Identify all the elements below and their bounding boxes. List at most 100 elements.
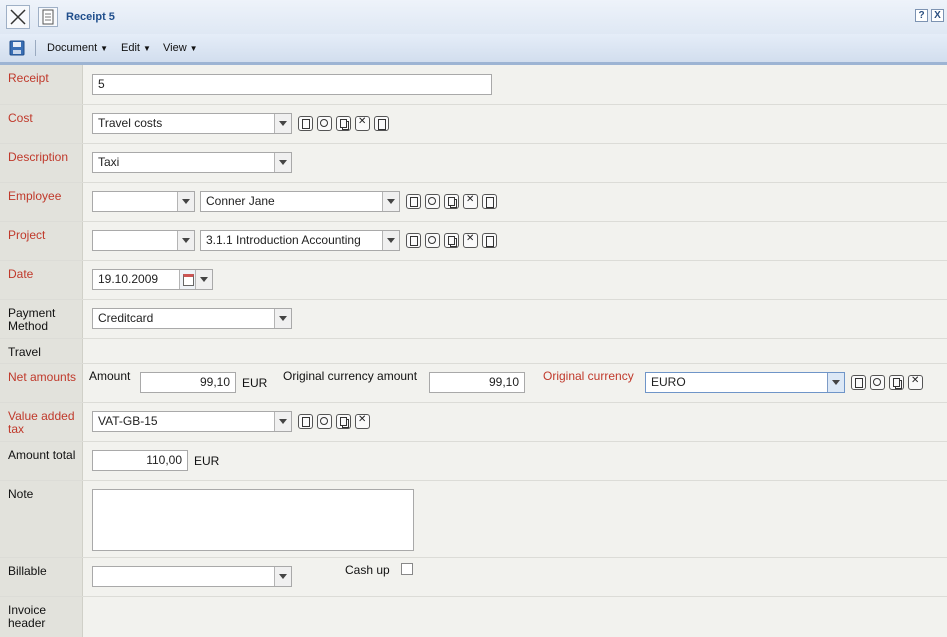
cash-up-checkbox[interactable] [401, 563, 413, 575]
invoice-header-label: Invoice header [0, 597, 83, 637]
row-vat: Value added tax VAT-GB-15 [0, 403, 947, 442]
copy-icon[interactable] [336, 414, 351, 429]
date-label: Date [0, 261, 83, 299]
description-select[interactable]: Taxi [92, 152, 292, 173]
description-label: Description [0, 144, 83, 182]
clear-icon[interactable] [908, 375, 923, 390]
clear-icon[interactable] [463, 233, 478, 248]
chevron-down-icon[interactable] [827, 373, 844, 392]
original-amount-input[interactable]: 99,10 [429, 372, 525, 393]
row-description: Description Taxi [0, 144, 947, 183]
billable-label: Billable [0, 558, 83, 596]
open-icon[interactable] [851, 375, 866, 390]
save-icon[interactable] [9, 40, 25, 56]
billable-select[interactable] [92, 566, 292, 587]
travel-label: Travel [0, 339, 83, 363]
vat-label: Value added tax [0, 403, 83, 441]
payment-method-label: Payment Method [0, 300, 83, 338]
amount-currency: EUR [242, 376, 268, 390]
employee-prefix-select[interactable] [92, 191, 195, 212]
copy-icon[interactable] [444, 233, 459, 248]
row-receipt: Receipt 5 [0, 65, 947, 105]
chevron-down-icon[interactable] [177, 192, 194, 211]
receipt-input[interactable]: 5 [92, 74, 492, 95]
cost-select[interactable]: Travel costs [92, 113, 292, 134]
row-note: Note [0, 481, 947, 558]
net-amounts-label: Net amounts [0, 364, 83, 402]
original-currency-label: Original currency [543, 369, 634, 383]
menu-edit[interactable]: Edit ▼ [121, 42, 151, 54]
amount-total-label: Amount total [0, 442, 83, 480]
window-close-button[interactable]: X [931, 9, 944, 22]
search-icon[interactable] [317, 116, 332, 131]
original-currency-select[interactable]: EURO [645, 372, 845, 393]
amount-total-currency: EUR [194, 454, 220, 468]
project-select[interactable]: 3.1.1 Introduction Accounting [200, 230, 400, 251]
date-input[interactable]: 19.10.2009 [92, 269, 213, 290]
note-label: Note [0, 481, 83, 557]
search-icon[interactable] [425, 233, 440, 248]
currency-actions [851, 375, 927, 391]
chevron-down-icon[interactable] [195, 270, 212, 289]
search-icon[interactable] [870, 375, 885, 390]
open-icon[interactable] [406, 233, 421, 248]
row-date: Date 19.10.2009 [0, 261, 947, 300]
chevron-down-icon[interactable] [382, 192, 399, 211]
row-employee: Employee Conner Jane [0, 183, 947, 222]
clear-icon[interactable] [355, 116, 370, 131]
close-form-icon[interactable] [6, 5, 30, 29]
open-icon[interactable] [298, 414, 313, 429]
row-billable: Billable Cash up [0, 558, 947, 597]
chevron-down-icon[interactable] [274, 412, 291, 431]
vat-select[interactable]: VAT-GB-15 [92, 411, 292, 432]
document-icon[interactable] [38, 7, 58, 27]
search-icon[interactable] [425, 194, 440, 209]
menu-document[interactable]: Document ▼ [47, 42, 108, 54]
row-invoice-header: Invoice header [0, 597, 947, 637]
chevron-down-icon[interactable] [382, 231, 399, 250]
row-travel: Travel [0, 339, 947, 364]
clear-icon[interactable] [355, 414, 370, 429]
menu-bar: Document ▼ Edit ▼ View ▼ [0, 34, 947, 65]
row-payment-method: Payment Method Creditcard [0, 300, 947, 339]
copy-icon[interactable] [444, 194, 459, 209]
cost-label: Cost [0, 105, 83, 143]
clear-icon[interactable] [463, 194, 478, 209]
note-textarea[interactable] [92, 489, 414, 551]
cash-up-label: Cash up [345, 563, 390, 577]
employee-select[interactable]: Conner Jane [200, 191, 400, 212]
menu-view[interactable]: View ▼ [163, 42, 198, 54]
new-document-icon[interactable] [482, 233, 497, 248]
open-icon[interactable] [298, 116, 313, 131]
new-document-icon[interactable] [482, 194, 497, 209]
original-amount-label: Original currency amount [283, 369, 418, 383]
window-titlebar: Receipt 5 ? X [0, 0, 947, 35]
chevron-down-icon[interactable] [177, 231, 194, 250]
project-label: Project [0, 222, 83, 260]
search-icon[interactable] [317, 414, 332, 429]
help-button[interactable]: ? [915, 9, 928, 22]
project-prefix-select[interactable] [92, 230, 195, 251]
row-amount-total: Amount total 110,00 EUR [0, 442, 947, 481]
row-net-amounts: Net amounts Amount 99,10 EUR Original cu… [0, 364, 947, 403]
chevron-down-icon[interactable] [274, 567, 291, 586]
row-cost: Cost Travel costs [0, 105, 947, 144]
chevron-down-icon[interactable] [274, 153, 291, 172]
copy-icon[interactable] [336, 116, 351, 131]
project-actions [406, 233, 501, 249]
receipt-label: Receipt [0, 65, 83, 104]
amount-input[interactable]: 99,10 [140, 372, 236, 393]
open-icon[interactable] [406, 194, 421, 209]
amount-label: Amount [89, 369, 131, 383]
chevron-down-icon[interactable] [274, 309, 291, 328]
copy-icon[interactable] [889, 375, 904, 390]
employee-label: Employee [0, 183, 83, 221]
vat-actions [298, 414, 374, 430]
amount-total-input[interactable]: 110,00 [92, 450, 188, 471]
window-title: Receipt 5 [66, 11, 115, 23]
new-document-icon[interactable] [374, 116, 389, 131]
cost-actions [298, 116, 393, 132]
chevron-down-icon[interactable] [274, 114, 291, 133]
payment-method-select[interactable]: Creditcard [92, 308, 292, 329]
menu-separator [35, 40, 36, 56]
